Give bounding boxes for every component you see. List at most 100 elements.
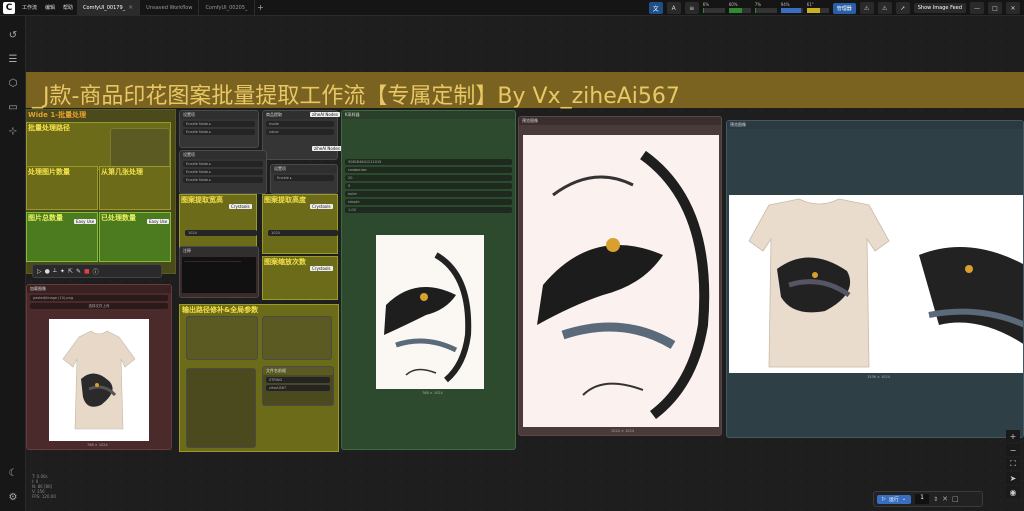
color-icon[interactable]: ● <box>45 268 50 275</box>
chevron-down-icon[interactable]: ⌄ <box>902 496 906 502</box>
minimize-icon[interactable]: — <box>970 2 984 14</box>
folder-icon[interactable]: ▭ <box>6 100 20 114</box>
edit-icon[interactable]: ✎ <box>76 268 81 275</box>
control-select[interactable]: randomize <box>345 167 512 173</box>
settings-gear-icon[interactable]: ⚙ <box>6 490 20 504</box>
cfg-input[interactable]: 5 <box>345 183 512 189</box>
link-visibility-icon[interactable]: ◉ <box>1006 486 1020 498</box>
settings-node-2[interactable]: 设置项 Enable Node ▸ Enable Node ▸ Enable N… <box>179 150 267 194</box>
preview-large-image <box>523 135 719 427</box>
zoom-out-icon[interactable]: − <box>1006 444 1020 456</box>
string-output-node[interactable]: 文件名前缀 STRING ziheAi567 <box>262 366 334 406</box>
new-tab-button[interactable]: + <box>255 3 267 12</box>
translate-icon[interactable]: 文 <box>648 2 663 14</box>
scheduler-select[interactable]: simple <box>345 199 512 205</box>
start-from-label: 从第几张处理 <box>101 168 143 176</box>
string-node[interactable] <box>110 128 170 168</box>
settings-node-1[interactable]: 设置项 Enable Node ▸ Enable Node ▸ <box>179 110 259 148</box>
toggle-row[interactable]: Enable ▸ <box>274 175 334 181</box>
mode-select[interactable]: mode <box>266 121 334 127</box>
close-window-icon[interactable]: ✕ <box>1006 2 1020 14</box>
tab-unsaved-workflow[interactable]: Unsaved Workflow <box>140 0 200 16</box>
run-button[interactable]: ▷ 运行 ⌄ <box>877 494 912 504</box>
right-caption: 1536 × 1024 <box>867 375 890 379</box>
value-row[interactable]: value <box>266 129 334 135</box>
pin-icon[interactable]: ⟂ <box>53 267 57 275</box>
toggle-row[interactable]: Enable Node ▸ <box>183 121 255 127</box>
image-file-select[interactable]: pasted/image (15).png <box>30 295 168 301</box>
graph-canvas[interactable]: _J款-商品印花图案批量提取工作流【专属定制】By Vx_ziheAi567 W… <box>26 16 1024 511</box>
thumb-caption: 768 × 1024 <box>87 443 108 447</box>
menu-edit[interactable]: 编辑 <box>41 4 59 11</box>
toggle-row[interactable]: Enable Node ▸ <box>183 129 255 135</box>
theme-moon-icon[interactable]: ☾ <box>6 466 20 480</box>
bypass-icon[interactable]: ▷ <box>37 268 42 275</box>
select-mode-icon[interactable]: ➤ <box>1006 472 1020 484</box>
canvas-stats: T: 0.00s I: 0 N: 86 [86] V: 356 FPS: 120… <box>32 474 56 499</box>
right-preview-node[interactable]: 预览图像 1536 × 1024 <box>726 120 1024 438</box>
info-icon[interactable]: ⓘ <box>93 267 99 276</box>
menu-workflow[interactable]: 工作流 <box>18 4 41 11</box>
string-output-title: 文件名前缀 <box>263 367 333 375</box>
menu-help[interactable]: 帮助 <box>59 4 77 11</box>
image-scale-label: 图案缩放次数 <box>264 258 306 266</box>
toggle-row[interactable]: Enable Node ▸ <box>183 161 263 167</box>
output-node-1[interactable] <box>186 316 258 360</box>
show-image-feed-button[interactable]: Show Image Feed <box>913 3 966 13</box>
right-preview-title: 预览图像 <box>727 121 1023 129</box>
top-bar: C 工作流 编辑 帮助 ComfyUI_00179_ × Unsaved Work… <box>0 0 1024 16</box>
upload-button[interactable]: 选择文件上传 <box>30 303 168 309</box>
convert-icon[interactable]: ⇱ <box>68 268 73 275</box>
preview-title: 预览图像 <box>519 117 721 125</box>
load-image-node[interactable]: 加载图像 pasted/image (15).png 选择文件上传 768 × … <box>26 284 172 450</box>
note-text[interactable]: ........................................… <box>182 257 256 293</box>
toggle-row[interactable]: Enable Node ▸ <box>183 177 263 183</box>
note-node[interactable]: 注释 .....................................… <box>179 246 259 298</box>
cancel-run-icon[interactable]: ✕ <box>942 495 948 503</box>
cpu-meter: 6% <box>702 2 725 14</box>
prompt-node[interactable]: 商品提取 mode value <box>262 110 338 160</box>
manager-button[interactable]: 管理器 <box>832 2 856 14</box>
tab-comfyui-00179[interactable]: ComfyUI_00179_ × <box>77 0 141 16</box>
pin-node-icon[interactable]: ✦ <box>60 268 65 275</box>
stop-icon[interactable]: □ <box>952 495 959 503</box>
node-library-icon[interactable]: ⬡ <box>6 76 20 90</box>
process-count-label: 处理图片数量 <box>28 168 70 176</box>
delete-icon[interactable]: ■ <box>84 268 90 275</box>
preview-image-node[interactable]: 预览图像 1024 × 1024 <box>518 116 722 436</box>
sampler-select[interactable]: euler <box>345 191 512 197</box>
right-preview-image <box>729 195 1023 373</box>
settings-node-3[interactable]: 设置项 Enable ▸ <box>270 164 338 194</box>
output-node-2[interactable] <box>262 316 332 360</box>
note-title: 注释 <box>180 247 258 255</box>
translate-off-icon[interactable]: A <box>666 2 681 14</box>
steps-input[interactable]: 20 <box>345 175 512 181</box>
seed-input[interactable]: 508284641211015 <box>345 159 512 165</box>
denoise-input[interactable]: 1.00 <box>345 207 512 213</box>
clear-cache-icon[interactable]: ⚠ <box>877 2 892 14</box>
comfy-logo[interactable]: C <box>3 1 15 14</box>
maximize-icon[interactable]: □ <box>988 2 1002 14</box>
history-icon[interactable]: ↺ <box>6 28 20 42</box>
share-icon[interactable]: ➚ <box>895 2 910 14</box>
top-bar-right: 文 A ≡ 6% 60% 7% 94% 61° 管理器 ⚠ ⚠ ➚ Show I… <box>648 1 1020 15</box>
output-node-3[interactable] <box>186 368 256 448</box>
size-input[interactable]: 1024 <box>268 230 338 236</box>
settings-node-3-title: 设置项 <box>271 165 337 173</box>
queue-icon[interactable]: ≡ <box>684 2 699 14</box>
sampler-preview-image <box>376 235 484 389</box>
batch-count-input[interactable]: 1 <box>915 494 930 504</box>
queue-list-icon[interactable]: ☰ <box>6 52 20 66</box>
unload-models-icon[interactable]: ⚠ <box>859 2 874 14</box>
toggle-row[interactable]: Enable Node ▸ <box>183 169 263 175</box>
size-input[interactable]: 1024 <box>185 230 257 236</box>
ksampler-node[interactable]: K采样器 508284641211015 randomize 20 5 eule… <box>341 110 516 450</box>
model-tree-icon[interactable]: ⊹ <box>6 124 20 138</box>
fit-view-icon[interactable]: ⛶ <box>1006 458 1020 470</box>
batch-stepper-icon[interactable]: ⇕ <box>933 496 938 503</box>
tab-comfyui-00205[interactable]: ComfyUI_00205_ <box>199 0 255 16</box>
close-icon[interactable]: × <box>128 4 133 11</box>
zoom-in-icon[interactable]: + <box>1006 430 1020 442</box>
string-value-input[interactable]: ziheAi567 <box>266 385 330 391</box>
settings-node-2-title: 设置项 <box>180 151 266 159</box>
